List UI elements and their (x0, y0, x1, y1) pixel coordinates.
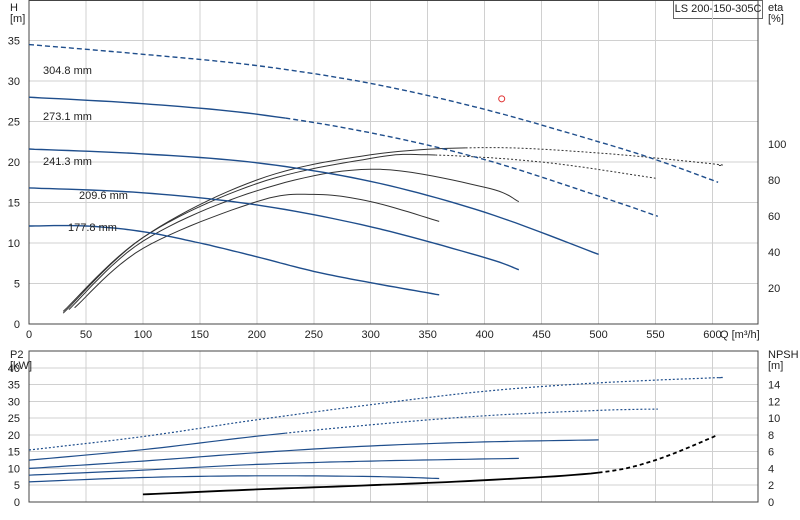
head-curve-1-dashed (285, 117, 659, 217)
power-curve-3-solid (28, 457, 519, 476)
x-tick-label: 300 (362, 329, 380, 341)
efficiency-curve-1-solid (62, 153, 436, 312)
x-tick-label: 250 (305, 329, 323, 341)
power-curve-0-dashed (28, 376, 723, 451)
top-left-tick-label: 25 (8, 117, 20, 129)
x-tick-label: 500 (589, 329, 607, 341)
chart-canvas: H[m]eta[%]05101520253035204060801000 50 10… (8, 0, 799, 509)
bottom-right-tick-label: 0 (768, 497, 774, 509)
bottom-left-tick-label: 5 (14, 480, 20, 492)
top-right-tick-label: 60 (768, 211, 780, 223)
x-tick-label: 550 (646, 329, 664, 341)
x-tick-label: 450 (532, 329, 550, 341)
head-curve-label: 241.3 mm (43, 156, 92, 168)
duty-point-marker (498, 95, 506, 103)
x-tick-label: 200 (248, 329, 266, 341)
x-tick-label: 100 (134, 329, 152, 341)
top-right-tick-label: 100 (768, 139, 786, 151)
top-right-tick-label: 40 (768, 247, 780, 259)
npsh-curve-dashed (598, 434, 719, 474)
bottom-right-tick-label: 6 (768, 447, 774, 459)
top-left-tick-label: 35 (8, 36, 20, 48)
power-curve-4-solid (28, 475, 440, 483)
power-curve-1-solid (28, 432, 286, 461)
bottom-left-tick-label: 0 (14, 497, 20, 509)
bottom-right-tick-label: 2 (768, 480, 774, 492)
bottom-right-tick-label: 4 (768, 463, 774, 475)
bottom-right-tick-label: 10 (768, 413, 780, 425)
efficiency-curve-0-dashed (465, 147, 724, 166)
top-left-tick-label: 20 (8, 157, 20, 169)
x-tick-label: 50 (80, 329, 92, 341)
bottom-left-tick-label: 10 (8, 463, 20, 475)
head-curve-label: 209.6 mm (79, 190, 128, 202)
top-right-axis-unit: [%] (768, 13, 784, 25)
x-tick-label: 150 (191, 329, 209, 341)
x-tick-label: 350 (418, 329, 436, 341)
x-axis-label: Q [m³/h] (720, 329, 760, 341)
top-left-tick-label: 0 (14, 319, 20, 331)
bottom-left-tick-label: 20 (8, 430, 20, 442)
head-curve-label: 177.8 mm (68, 222, 117, 234)
bottom-left-tick-label: 30 (8, 396, 20, 408)
power-curve-1-dashed (285, 408, 658, 434)
top-right-tick-label: 80 (768, 175, 780, 187)
bottom-right-tick-label: 14 (768, 380, 780, 392)
bottom-left-tick-label: 15 (8, 447, 20, 459)
x-tick-label: 600 (703, 329, 721, 341)
top-left-axis-unit: [m] (10, 13, 25, 25)
bottom-left-tick-label: 35 (8, 380, 20, 392)
top-left-tick-label: 5 (14, 279, 20, 291)
efficiency-curve-1-dashed (435, 154, 656, 179)
bottom-right-tick-label: 12 (768, 396, 780, 408)
bottom-right-axis-unit: [m] (768, 360, 783, 372)
x-tick-label: 0 (26, 329, 32, 341)
bottom-left-tick-label: 25 (8, 413, 20, 425)
head-curve-label: 273.1 mm (43, 111, 92, 123)
efficiency-curve-2-solid (68, 168, 520, 310)
x-tick-label: 400 (475, 329, 493, 341)
top-right-tick-label: 20 (768, 283, 780, 295)
bottom-left-tick-label: 40 (8, 363, 20, 375)
top-left-tick-label: 10 (8, 238, 20, 250)
bottom-plot-frame (28, 350, 759, 503)
top-left-tick-label: 15 (8, 198, 20, 210)
head-curve-label: 304.8 mm (43, 65, 92, 77)
bottom-right-tick-label: 8 (768, 430, 774, 442)
pump-performance-chart: LS 200-150-305C H [m] eta [%] 0 5 10 15 20 25 30 35… (0, 0, 800, 520)
top-left-tick-label: 30 (8, 76, 20, 88)
